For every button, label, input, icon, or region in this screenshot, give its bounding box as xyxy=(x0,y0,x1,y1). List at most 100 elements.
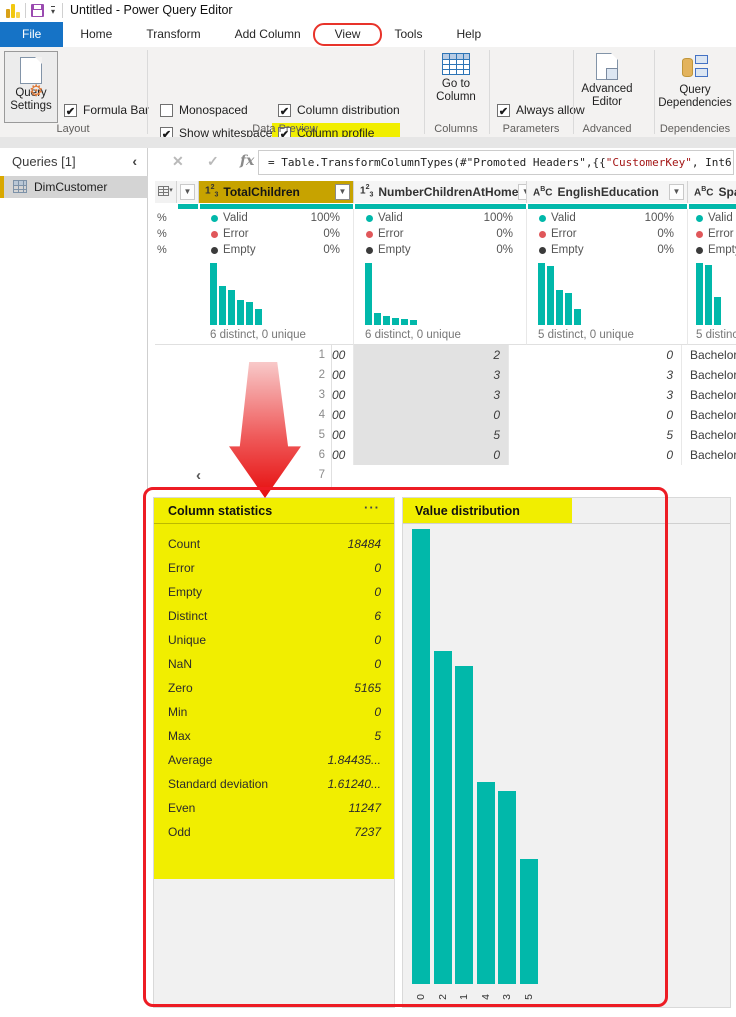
title-bar: ▾ Untitled - Power Query Editor xyxy=(0,0,736,22)
column-header-numberchildrenathome[interactable]: 123 NumberChildrenAtHome▼ xyxy=(354,181,527,203)
column-header-spanisheducation-partial[interactable]: ABC Spar xyxy=(688,181,736,203)
window-title: Untitled - Power Query Editor xyxy=(70,3,233,17)
advanced-editor-icon xyxy=(596,53,618,80)
cell-partial[interactable]: 00 xyxy=(332,445,354,465)
column-dropdown-icon[interactable]: ▼ xyxy=(335,184,350,200)
tab-help[interactable]: Help xyxy=(439,22,498,47)
column-dropdown-icon[interactable]: ▼ xyxy=(180,184,195,200)
formula-input[interactable]: = Table.TransformColumnTypes(#"Promoted … xyxy=(258,150,734,175)
column-header-englisheducation[interactable]: ABC EnglishEducation ▼ xyxy=(527,181,688,203)
query-dependencies-button[interactable]: Query Dependencies xyxy=(656,53,734,110)
cell-numberchildrenathome[interactable]: 3 xyxy=(509,365,682,385)
query-dependencies-icon xyxy=(680,53,710,81)
column-distribution-label: Column distribution xyxy=(297,103,400,117)
cell-englisheducation[interactable]: Bachelors xyxy=(682,405,736,425)
column-header-partial[interactable]: ▼ xyxy=(177,181,199,203)
monospaced-checkbox[interactable] xyxy=(160,104,173,117)
scroll-left-icon[interactable]: ‹ xyxy=(196,467,201,484)
row-number[interactable]: 1 xyxy=(310,345,332,365)
column-mini-histogram[interactable] xyxy=(538,263,581,325)
advanced-editor-button[interactable]: Advanced Editor xyxy=(578,53,636,109)
save-icon[interactable] xyxy=(31,4,44,17)
table-row: 4 00 0 0 Bachelors Licenciat xyxy=(155,405,736,426)
query-settings-icon: ⚙ xyxy=(20,57,43,100)
tab-file[interactable]: File xyxy=(0,22,64,47)
tab-view[interactable]: View xyxy=(312,22,383,47)
cell-partial[interactable]: 00 xyxy=(332,405,354,425)
cell-numberchildrenathome[interactable]: 0 xyxy=(509,405,682,425)
column-profile-spanisheducation-partial: Valid Error Empty 5 distinct, 0 unique xyxy=(688,209,736,345)
cell-partial[interactable]: 00 xyxy=(332,425,354,445)
quick-access-dropdown-icon[interactable]: ▾ xyxy=(51,6,56,16)
error-dot-icon xyxy=(696,231,703,238)
row-number[interactable]: 3 xyxy=(310,385,332,405)
cell-totalchildren[interactable]: 3 xyxy=(354,385,509,405)
cell-totalchildren[interactable]: 2 xyxy=(354,345,509,365)
cell-numberchildrenathome[interactable]: 5 xyxy=(509,425,682,445)
cell-totalchildren[interactable]: 5 xyxy=(354,425,509,445)
cell-partial[interactable]: 00 xyxy=(332,365,354,385)
tab-add-column[interactable]: Add Column xyxy=(218,22,318,47)
cell-englisheducation[interactable]: Bachelors xyxy=(682,365,736,385)
table-row: 2 00 3 3 Bachelors Licenciat xyxy=(155,365,736,386)
formula-bar-checkbox[interactable]: ✔ xyxy=(64,104,77,118)
cell-totalchildren[interactable]: 0 xyxy=(354,445,509,465)
error-dot-icon xyxy=(539,231,546,238)
formula-bar: ✕ ✓ fx = Table.TransformColumnTypes(#"Pr… xyxy=(155,148,736,178)
column-dropdown-icon[interactable]: ▼ xyxy=(669,184,684,200)
formula-bar-label: Formula Bar xyxy=(83,103,150,117)
cell-numberchildrenathome[interactable]: 3 xyxy=(509,385,682,405)
query-settings-button[interactable]: ⚙ Query Settings xyxy=(4,51,58,123)
tab-home[interactable]: Home xyxy=(63,22,129,47)
query-name: DimCustomer xyxy=(34,180,108,194)
collapse-panel-icon[interactable]: ‹ xyxy=(132,153,137,169)
cell-englisheducation[interactable]: Bachelors xyxy=(682,385,736,405)
column-dropdown-icon[interactable]: ▼ xyxy=(518,184,526,200)
tab-transform[interactable]: Transform xyxy=(129,22,217,47)
error-dot-icon xyxy=(211,231,218,238)
ribbon-view: ⚙ Query Settings ✔ Formula Bar Layout Mon… xyxy=(0,47,736,164)
row-number[interactable]: 7 xyxy=(310,465,332,488)
table-menu-button[interactable]: ▾ xyxy=(155,181,177,203)
column-mini-histogram[interactable] xyxy=(365,263,417,325)
group-label-data-preview: Data Preview xyxy=(252,123,318,135)
column-mini-histogram[interactable] xyxy=(210,263,262,325)
cancel-formula-icon[interactable]: ✕ xyxy=(172,153,184,170)
row-number[interactable]: 4 xyxy=(310,405,332,425)
cell-englisheducation[interactable]: Bachelors xyxy=(682,425,736,445)
cell-numberchildrenathome[interactable]: 0 xyxy=(509,445,682,465)
table-menu-icon xyxy=(158,186,170,196)
cell-partial[interactable]: 00 xyxy=(332,385,354,405)
column-profile-totalchildren: Valid 100% Error 0% Empty 0% 6 distinct, 0 … xyxy=(199,209,354,345)
valid-dot-icon xyxy=(539,215,546,222)
tab-tools[interactable]: Tools xyxy=(377,22,439,47)
distinct-summary: 6 distinct, 0 unique xyxy=(210,329,306,341)
menu-bar: File Home Transform Add Column View Tool… xyxy=(0,22,736,48)
text-type-icon: ABC xyxy=(533,186,553,199)
column-mini-histogram[interactable] xyxy=(696,263,721,325)
selected-query-accent xyxy=(0,176,4,198)
row-number[interactable]: 6 xyxy=(310,445,332,465)
cell-englisheducation[interactable]: Bachelors xyxy=(682,445,736,465)
group-label-layout: Layout xyxy=(56,123,90,135)
column-header-totalchildren[interactable]: 123 TotalChildren ▼ xyxy=(199,181,354,203)
empty-dot-icon xyxy=(696,247,703,254)
distinct-summary: 5 distinct, 0 unique xyxy=(538,329,634,341)
query-item-dimcustomer[interactable]: DimCustomer xyxy=(0,176,148,198)
cell-partial[interactable]: 00 xyxy=(332,345,354,365)
table-row: 3 00 3 3 Bachelors Licenciat xyxy=(155,385,736,406)
cell-englisheducation[interactable]: Bachelors xyxy=(682,345,736,365)
valid-dot-icon xyxy=(366,215,373,222)
cell-numberchildrenathome[interactable]: 0 xyxy=(509,345,682,365)
empty-dot-icon xyxy=(539,247,546,254)
row-number[interactable]: 2 xyxy=(310,365,332,385)
always-allow-checkbox[interactable]: ✔ xyxy=(497,104,510,118)
cell-totalchildren[interactable]: 3 xyxy=(354,365,509,385)
cell-totalchildren[interactable]: 0 xyxy=(354,405,509,425)
annotation-rectangle xyxy=(143,487,668,1007)
go-to-column-button[interactable]: Go to Column xyxy=(426,53,486,104)
column-distribution-checkbox[interactable]: ✔ xyxy=(278,104,291,118)
row-number[interactable]: 5 xyxy=(310,425,332,445)
monospaced-label: Monospaced xyxy=(179,103,248,117)
commit-formula-icon[interactable]: ✓ xyxy=(207,153,219,170)
